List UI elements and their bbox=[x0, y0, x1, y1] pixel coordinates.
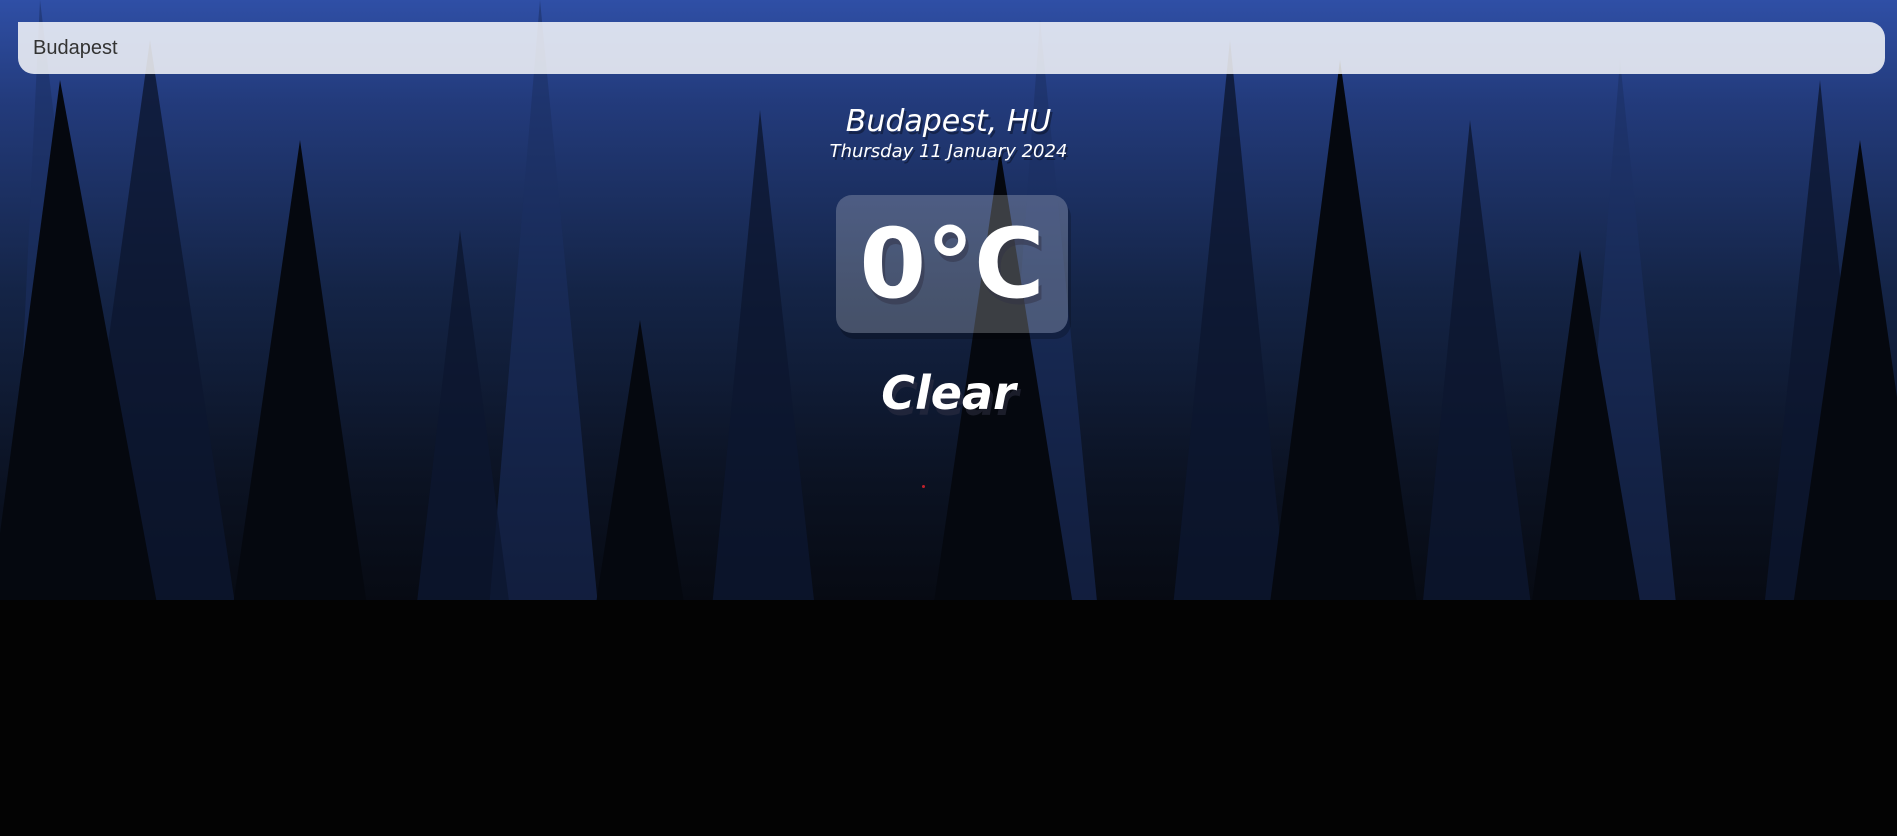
location-name: Budapest, HU bbox=[845, 104, 1052, 139]
weather-condition: Clear bbox=[881, 366, 1016, 420]
current-date: Thursday 11 January 2024 bbox=[829, 141, 1068, 162]
temperature-box: 0°C bbox=[836, 195, 1068, 333]
search-bar[interactable] bbox=[18, 22, 1885, 74]
temperature-value: 0°C bbox=[859, 208, 1045, 320]
search-input[interactable] bbox=[18, 22, 1885, 74]
cursor-dot bbox=[922, 485, 925, 488]
location-box: Budapest, HU Thursday 11 January 2024 bbox=[0, 104, 1897, 164]
